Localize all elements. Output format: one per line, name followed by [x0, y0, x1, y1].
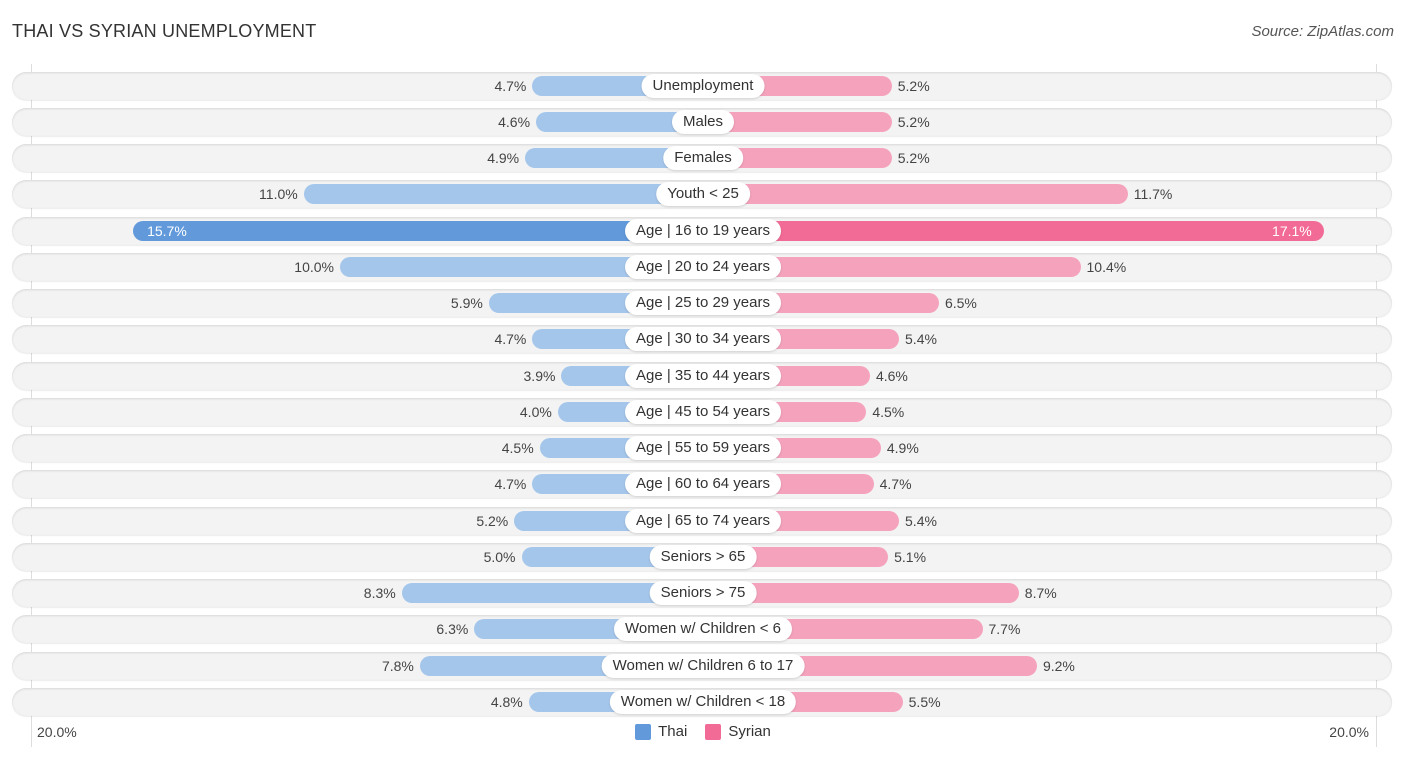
legend-label-syrian: Syrian — [728, 723, 771, 740]
category-label: Women w/ Children < 6 — [613, 617, 793, 642]
data-label-syrian: 7.7% — [988, 621, 1021, 638]
data-label-syrian: 8.7% — [1024, 585, 1057, 601]
data-label-syrian: 5.4% — [905, 512, 937, 529]
category-label: Age | 16 to 19 years — [625, 218, 781, 243]
data-label-thai: 4.8% — [490, 693, 523, 710]
category-label: Age | 65 to 74 years — [625, 508, 781, 533]
data-label-thai: 8.3% — [363, 585, 396, 601]
category-label: Age | 25 to 29 years — [625, 291, 781, 315]
data-label-syrian: 5.2% — [897, 113, 930, 130]
category-label: Seniors > 75 — [649, 581, 757, 605]
category-label: Age | 35 to 44 years — [625, 363, 781, 388]
data-label-syrian: 11.7% — [1133, 186, 1173, 203]
data-label-syrian: 4.5% — [872, 403, 905, 420]
data-label-thai: 4.7% — [494, 476, 527, 493]
data-label-thai: 11.0% — [259, 186, 298, 203]
data-label-syrian: 5.2% — [897, 150, 930, 166]
data-label-thai: 4.6% — [498, 113, 531, 130]
data-label-syrian: 4.7% — [879, 476, 912, 493]
data-label-thai: 15.7% — [147, 222, 187, 239]
legend-item-syrian[interactable]: Syrian — [705, 723, 771, 740]
category-label: Women w/ Children 6 to 17 — [601, 653, 805, 678]
category-label: Age | 45 to 54 years — [625, 399, 781, 424]
data-label-syrian: 6.5% — [944, 295, 977, 311]
data-label-thai: 7.8% — [381, 657, 414, 674]
bar-syrian[interactable] — [703, 184, 1128, 205]
bar-thai[interactable] — [303, 184, 703, 205]
data-label-thai: 5.0% — [483, 548, 516, 565]
data-label-syrian: 4.9% — [886, 440, 919, 456]
category-label: Seniors > 65 — [649, 544, 757, 569]
category-label: Unemployment — [641, 73, 765, 98]
data-label-thai: 10.0% — [294, 258, 334, 275]
category-label: Age | 55 to 59 years — [625, 436, 781, 460]
data-label-thai: 6.3% — [436, 621, 469, 638]
data-label-syrian: 10.4% — [1086, 258, 1127, 275]
data-label-syrian: 9.2% — [1042, 657, 1075, 674]
data-label-thai: 4.7% — [494, 331, 527, 348]
data-label-thai: 3.9% — [523, 367, 556, 384]
data-label-thai: 4.0% — [519, 403, 552, 420]
legend-swatch-thai — [635, 723, 652, 740]
data-label-thai: 4.5% — [501, 440, 534, 456]
data-label-thai: 5.9% — [450, 295, 483, 311]
category-label: Age | 30 to 34 years — [625, 327, 781, 352]
data-label-thai: 5.2% — [476, 512, 509, 529]
data-label-syrian: 5.4% — [905, 331, 937, 348]
legend-label-thai: Thai — [658, 723, 688, 740]
data-label-syrian: 5.1% — [894, 548, 927, 565]
category-label: Women w/ Children < 18 — [609, 689, 797, 714]
data-label-thai: 4.9% — [487, 150, 520, 166]
legend-item-thai[interactable]: Thai — [635, 723, 687, 740]
data-label-syrian: 5.2% — [897, 77, 930, 94]
category-label: Males — [671, 109, 735, 134]
data-label-syrian: 5.5% — [908, 693, 941, 710]
category-label: Age | 20 to 24 years — [625, 254, 781, 279]
bar-thai[interactable] — [133, 220, 703, 241]
data-label-syrian: 17.1% — [1272, 222, 1312, 239]
category-label: Youth < 25 — [656, 182, 750, 207]
chart-plot-area: 4.7% 5.2% Unemployment 4.6% 5.2% Males 4.9% 5.2… — [0, 0, 1406, 757]
legend: Thai Syrian — [0, 723, 1406, 740]
data-label-thai: 4.7% — [494, 77, 527, 94]
category-label: Females — [663, 146, 743, 170]
category-label: Age | 60 to 64 years — [625, 472, 781, 497]
bar-syrian[interactable] — [703, 220, 1324, 241]
data-label-syrian: 4.6% — [875, 367, 908, 384]
legend-swatch-syrian — [705, 723, 722, 740]
